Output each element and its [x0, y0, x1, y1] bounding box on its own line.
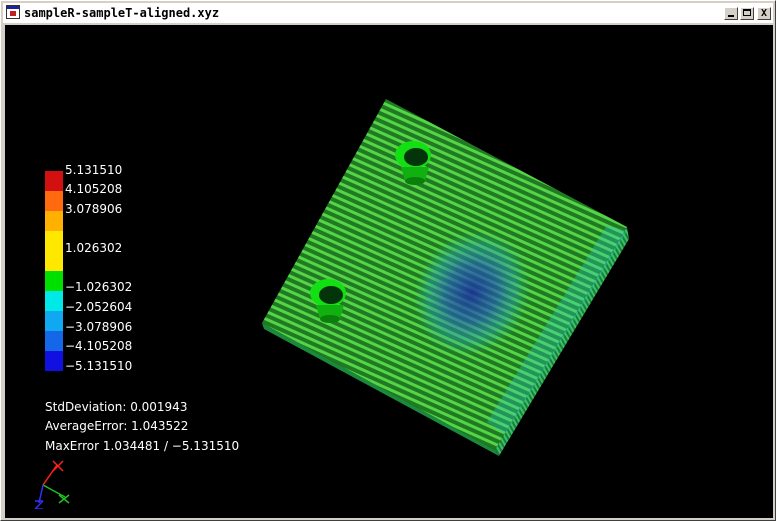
- legend-label: −5.131510: [65, 359, 133, 373]
- app-window: sampleR-sampleT-aligned.xyz X 5.131510 4…: [0, 0, 776, 521]
- close-button[interactable]: X: [757, 7, 771, 20]
- app-icon[interactable]: [6, 5, 20, 19]
- legend-label: −2.052604: [65, 300, 133, 314]
- legend-label: −4.105208: [65, 339, 133, 353]
- legend-swatch: [45, 271, 63, 291]
- legend-swatch: [45, 251, 63, 271]
- 3d-viewport[interactable]: 5.131510 4.105208 3.078906 1.026302 −1.0…: [5, 25, 773, 518]
- legend-swatch: [45, 211, 63, 231]
- legend-label: 1.026302: [65, 241, 123, 255]
- window-title: sampleR-sampleT-aligned.xyz: [24, 6, 220, 20]
- color-scale-legend: 5.131510 4.105208 3.078906 1.026302 −1.0…: [45, 163, 215, 373]
- maximize-button[interactable]: [740, 7, 754, 20]
- average-error-text: AverageError: 1.043522: [45, 419, 189, 433]
- sample-plate: [262, 99, 629, 456]
- legend-label: 5.131510: [65, 163, 123, 177]
- minimize-button[interactable]: [724, 7, 738, 20]
- legend-swatch: [45, 191, 63, 211]
- legend-label: −3.078906: [65, 320, 133, 334]
- legend-swatch: [45, 351, 63, 371]
- legend-label: −1.026302: [65, 280, 133, 294]
- max-error-text: MaxError 1.034481 / −5.131510: [45, 439, 240, 453]
- legend-label: 3.078906: [65, 202, 123, 216]
- legend-swatch: [45, 231, 63, 251]
- legend-label: 4.105208: [65, 182, 123, 196]
- std-deviation-text: StdDeviation: 0.001943: [45, 400, 188, 414]
- xyz-axis-icon: [34, 460, 70, 509]
- legend-swatch: [45, 311, 63, 331]
- legend-swatch: [45, 331, 63, 351]
- title-bar[interactable]: sampleR-sampleT-aligned.xyz X: [3, 3, 773, 23]
- legend-swatch: [45, 171, 63, 191]
- legend-swatch: [45, 291, 63, 311]
